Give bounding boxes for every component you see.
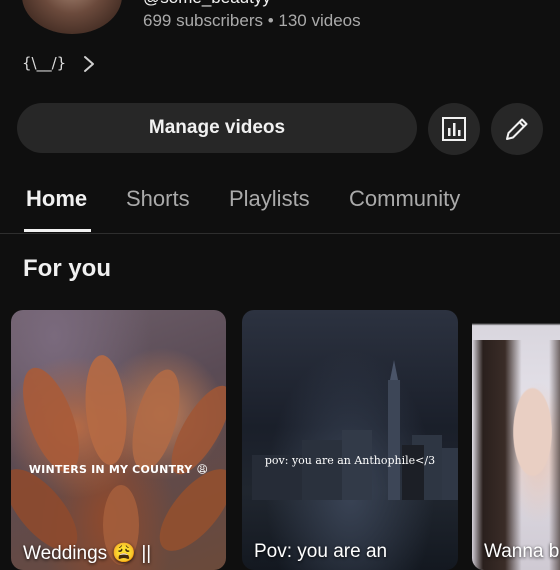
short-card[interactable]: pov: you are an Anthophile</3 Pov: you a… <box>242 310 458 570</box>
short-title: Weddings 😩 || <box>23 543 152 564</box>
channel-stats: 699 subscribers • 130 videos <box>143 11 361 30</box>
manage-videos-button[interactable]: Manage videos <box>17 103 417 153</box>
short-thumbnail <box>252 360 458 500</box>
short-card[interactable]: WINTERS IN MY COUNTRY 😩 Weddings 😩 || <box>11 310 226 570</box>
bar-chart-icon <box>442 117 466 141</box>
tab-playlists[interactable]: Playlists <box>229 186 310 212</box>
short-thumbnail <box>11 355 226 565</box>
edit-channel-button[interactable] <box>491 103 543 155</box>
channel-avatar[interactable] <box>22 0 122 34</box>
analytics-button[interactable] <box>428 103 480 155</box>
tab-shorts[interactable]: Shorts <box>126 186 190 212</box>
pencil-icon <box>506 118 528 140</box>
channel-handle: @some_beautyy <box>143 0 271 8</box>
tab-community[interactable]: Community <box>349 186 460 212</box>
short-overlay-text: pov: you are an Anthophile</3 <box>264 454 436 467</box>
short-thumbnail <box>472 340 560 570</box>
active-tab-indicator <box>24 229 91 232</box>
tabs-divider <box>0 233 560 234</box>
chevron-right-icon[interactable] <box>80 54 98 74</box>
tab-home[interactable]: Home <box>26 186 87 212</box>
short-card[interactable]: Wanna b <box>472 310 560 570</box>
channel-bio[interactable]: {\__/} <box>22 54 66 72</box>
short-overlay-text: WINTERS IN MY COUNTRY 😩 <box>28 463 209 476</box>
section-title: For you <box>23 255 111 282</box>
